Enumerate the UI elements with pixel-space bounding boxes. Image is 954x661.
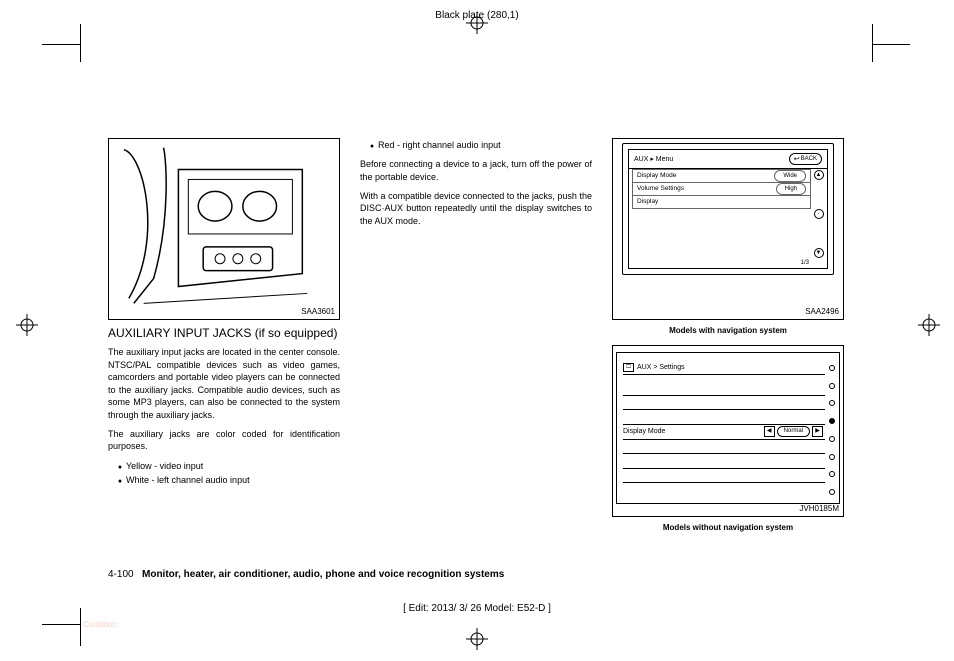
scroll-up-icon[interactable]: ▲ [814, 170, 824, 180]
scroll-dot [829, 383, 835, 389]
row-value: Wide [774, 170, 806, 182]
page-indicator: 1/3 [801, 260, 809, 266]
nonav-line-empty [623, 454, 825, 469]
nonav-row-display-mode[interactable]: Display Mode ◀ Normal ▶ [623, 425, 825, 440]
figure-code: SAA2496 [805, 307, 839, 316]
scroll-dot [829, 454, 835, 460]
console-illustration [109, 139, 339, 319]
nav-scrollbar: ▲ · ▼ [813, 170, 824, 258]
left-arrow-icon[interactable]: ◀ [764, 426, 775, 437]
screen-caption-nav: Models with navigation system [612, 326, 844, 335]
row-label: Display [637, 196, 658, 208]
nonav-line-empty [623, 396, 825, 411]
section-heading-aux-jacks: AUXILIARY INPUT JACKS (if so equipped) [108, 326, 340, 340]
list-item: White - left channel audio input [126, 473, 340, 487]
nav-row-display[interactable]: Display [632, 195, 811, 209]
color-code-list: Yellow - video input White - left channe… [108, 459, 340, 488]
figure-nonav-screen: 🖵 AUX > Settings Display Mode ◀ Normal [612, 345, 844, 517]
scroll-dot [829, 471, 835, 477]
crop-mark [872, 44, 910, 45]
figure-code: JVH0185M [799, 504, 839, 513]
screen-caption-nonav: Models without navigation system [612, 523, 844, 532]
condition-label: Condition: [83, 620, 119, 629]
row-value: Normal [777, 426, 810, 437]
crop-mark [42, 624, 80, 625]
crop-mark [42, 44, 80, 45]
aux-paragraph-3: Before connecting a device to a jack, tu… [360, 158, 592, 183]
crop-mark [80, 24, 81, 62]
nonav-line-empty [623, 381, 825, 396]
registration-mark-bottom [466, 628, 488, 650]
column-middle: Red - right channel audio input Before c… [360, 138, 592, 542]
scroll-dot [829, 436, 835, 442]
list-item: Yellow - video input [126, 459, 340, 473]
chapter-title: Monitor, heater, air conditioner, audio,… [142, 569, 504, 580]
crop-mark [872, 24, 873, 62]
nonav-line-empty [623, 440, 825, 455]
scroll-dot [829, 400, 835, 406]
figure-console-jacks: SAA3601 [108, 138, 340, 320]
aux-paragraph-2: The auxiliary jacks are color coded for … [108, 428, 340, 453]
nonav-header: 🖵 AUX > Settings [623, 363, 825, 375]
nav-screen-inner: AUX ▸ Menu BACK Display Mode Wide Volume… [628, 149, 828, 269]
aux-icon: 🖵 [623, 363, 634, 372]
page-number: 4-100 [108, 569, 134, 580]
figure-nav-screen: AUX ▸ Menu BACK Display Mode Wide Volume… [612, 138, 844, 320]
scroll-dot-active [829, 418, 835, 424]
row-label: Display Mode [637, 170, 676, 182]
row-value: High [776, 183, 806, 195]
aux-paragraph-4: With a compatible device connected to th… [360, 190, 592, 228]
scroll-down-icon[interactable]: ▼ [814, 248, 824, 258]
aux-paragraph-1: The auxiliary input jacks are located in… [108, 346, 340, 422]
column-left: SAA3601 AUXILIARY INPUT JACKS (if so equ… [108, 138, 340, 542]
registration-mark-left [16, 314, 38, 336]
nonav-scroll-dots [829, 365, 835, 495]
registration-mark-right [918, 314, 940, 336]
nav-list: Display Mode Wide Volume Settings High D… [632, 170, 811, 258]
plate-header: Black plate (280,1) [0, 10, 954, 21]
scroll-dot-icon: · [814, 209, 824, 219]
list-item: Red - right channel audio input [378, 138, 592, 152]
color-code-list-continued: Red - right channel audio input [360, 138, 592, 152]
breadcrumb: AUX ▸ Menu [634, 155, 673, 163]
page-root: Black plate (280,1) [0, 0, 954, 661]
nonav-screen: 🖵 AUX > Settings Display Mode ◀ Normal [616, 352, 840, 504]
nonav-line-empty [623, 410, 825, 425]
row-label: Volume Settings [637, 183, 684, 195]
nav-row-volume-settings[interactable]: Volume Settings High [632, 182, 811, 196]
nonav-line-empty [623, 469, 825, 484]
edit-metadata: [ Edit: 2013/ 3/ 26 Model: E52-D ] [0, 603, 954, 614]
row-label: Display Mode [623, 428, 665, 435]
content-columns: SAA3601 AUXILIARY INPUT JACKS (if so equ… [108, 138, 848, 542]
nav-row-display-mode[interactable]: Display Mode Wide [632, 169, 811, 183]
scroll-dot [829, 365, 835, 371]
nav-header: AUX ▸ Menu BACK [629, 150, 827, 169]
value-stepper: ◀ Normal ▶ [764, 426, 823, 437]
right-arrow-icon[interactable]: ▶ [812, 426, 823, 437]
nonav-line-empty [623, 483, 825, 497]
back-button[interactable]: BACK [789, 153, 822, 165]
breadcrumb: AUX > Settings [637, 364, 685, 371]
nav-screen: AUX ▸ Menu BACK Display Mode Wide Volume… [622, 143, 834, 275]
column-right: AUX ▸ Menu BACK Display Mode Wide Volume… [612, 138, 844, 542]
figure-code: SAA3601 [301, 307, 335, 316]
nonav-list: Display Mode ◀ Normal ▶ [623, 381, 825, 497]
scroll-dot [829, 489, 835, 495]
